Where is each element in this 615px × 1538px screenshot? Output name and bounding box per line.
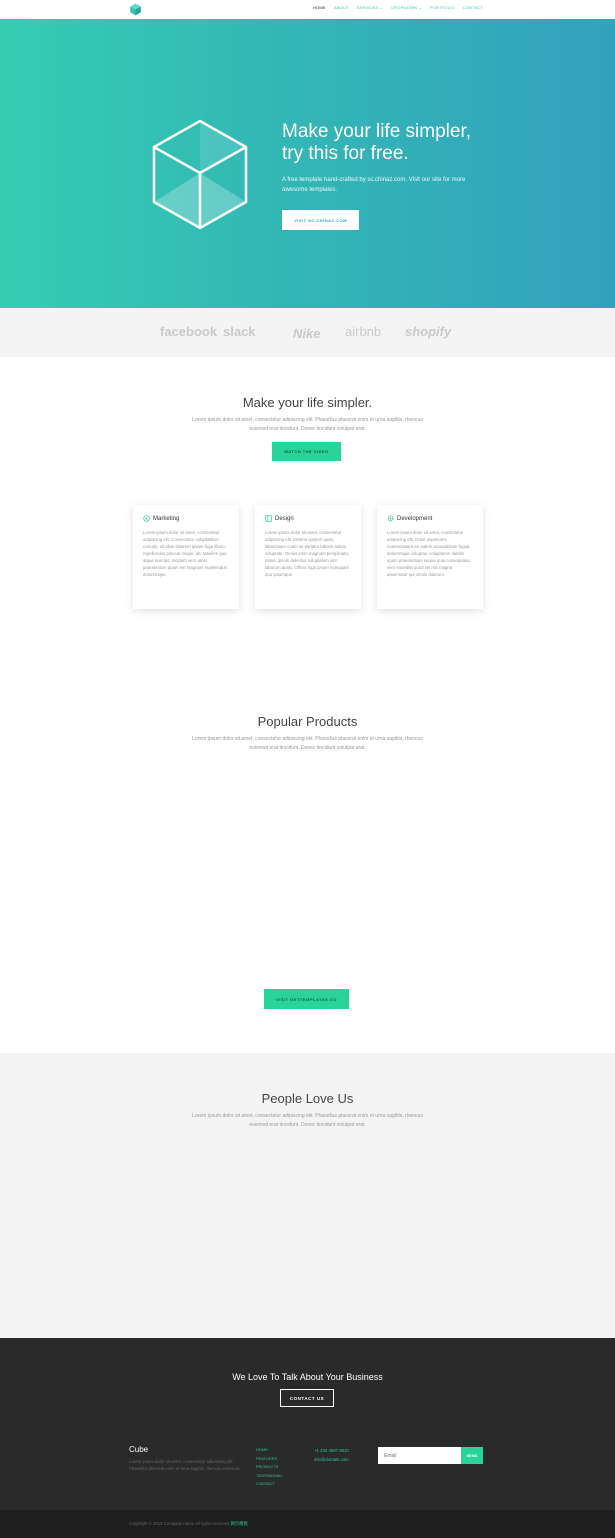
footer-phone[interactable]: +1 234 4567 8910 [314,1447,349,1454]
card-title: Development [397,515,433,522]
nav-home[interactable]: HOME [313,5,326,10]
layout-icon [265,515,272,522]
footer-link-products[interactable]: PRODUCTS [256,1464,283,1471]
gear-icon [387,515,394,522]
card-title: Marketing [153,515,180,522]
footer-text: Lorem ipsum dolor sit amet, consectetur … [129,1459,241,1471]
copyright-link[interactable]: 网页模板 [231,1521,248,1526]
nav-about[interactable]: ABOUT [334,5,349,10]
copyright-text: Copyright © 2019 Company name All rights… [129,1521,248,1526]
hero-title-line1: Make your life simpler, [282,121,472,142]
footer-contact: +1 234 4567 8910 info@domain.com [314,1447,349,1463]
feature-card-marketing: Marketing Lorem ipsum dolor sit amet, co… [133,505,239,609]
footer-link-home[interactable]: HOME [256,1447,283,1454]
products-title: Popular Products [257,714,358,729]
feature-card-development: Development Lorem ipsum dolor sit amet, … [377,505,483,609]
card-text: Lorem ipsum dolor sit amet, consectetur … [143,530,227,577]
clients-strip: facebook slack Nike airbnb shopify [0,308,615,357]
shopify-logo: shopify [405,324,452,339]
hero-section: Make your life simpler, try this for fre… [0,19,615,308]
nav-services[interactable]: SERVICES ⌄ [357,5,384,10]
visit-site-button[interactable]: VISIT SC.CHINAZ.COM [282,210,359,230]
contact-us-button[interactable]: CONTACT US [280,1389,334,1407]
footer-link-contact[interactable]: CONTACT [256,1481,283,1488]
nav-portfolio[interactable]: PORTFOLIO [430,5,455,10]
copyright-bar: Copyright © 2019 Company name All rights… [0,1510,615,1538]
card-title: Design [275,515,294,522]
slack-logo: slack [223,324,256,339]
nav-dropdown[interactable]: DROPDOWN ⌄ [391,5,422,10]
card-text: Lorem ipsum dolor sit amet, consectetur … [387,530,471,577]
cube-logo-icon[interactable] [129,3,142,16]
send-button[interactable]: SEND [461,1447,483,1464]
card-text: Lorem ipsum dolor sit amet, consectetur … [265,530,350,577]
facebook-logo: facebook [160,324,218,339]
visit-gettemplates-button[interactable]: VISIT GETTEMPLATES.CO [264,989,349,1009]
cube-outline-icon [152,119,248,230]
target-icon [143,515,150,522]
airbnb-logo: airbnb [345,324,382,339]
nav-contact[interactable]: CONTACT [463,5,483,10]
top-navbar: HOME ABOUT SERVICES ⌄ DROPDOWN ⌄ PORTFOL… [0,0,615,19]
footer-link-testimonial[interactable]: TESTIMONIAL [256,1473,283,1480]
feature-card-design: Design Lorem ipsum dolor sit amet, conse… [255,505,361,609]
nike-logo: Nike [293,326,321,341]
testimonials-title: People Love Us [261,1091,354,1106]
nav-links: HOME ABOUT SERVICES ⌄ DROPDOWN ⌄ PORTFOL… [313,5,483,10]
footer-link-features[interactable]: FEATURES [256,1456,283,1463]
cta-title: We Love To Talk About Your Business [232,1372,383,1382]
footer-email[interactable]: info@domain.com [314,1456,349,1463]
hero-title: Make your life simpler, try this for fre… [282,121,502,165]
intro-title: Make your life simpler. [242,395,373,410]
footer-links: HOME FEATURES PRODUCTS TESTIMONIAL CONTA… [256,1447,283,1488]
newsletter-email-input[interactable] [378,1447,461,1464]
testimonials-text: Lorem ipsum dolor sit amet, consectetur … [192,1113,423,1128]
testimonials-section: People Love Us Lorem ipsum dolor sit ame… [0,1053,615,1338]
footer-brand: Cube [129,1445,149,1454]
products-text: Lorem ipsum dolor sit amet, consectetur … [192,736,423,751]
hero-text: A free template hand-crafted by sc.china… [282,177,466,193]
watch-video-button[interactable]: WATCH THE VIDEO [272,442,341,461]
intro-text: Lorem ipsum dolor sit amet, consectetur … [192,417,423,432]
footer-section: We Love To Talk About Your Business CONT… [0,1338,615,1510]
hero-title-line2: try this for free. [282,143,409,164]
